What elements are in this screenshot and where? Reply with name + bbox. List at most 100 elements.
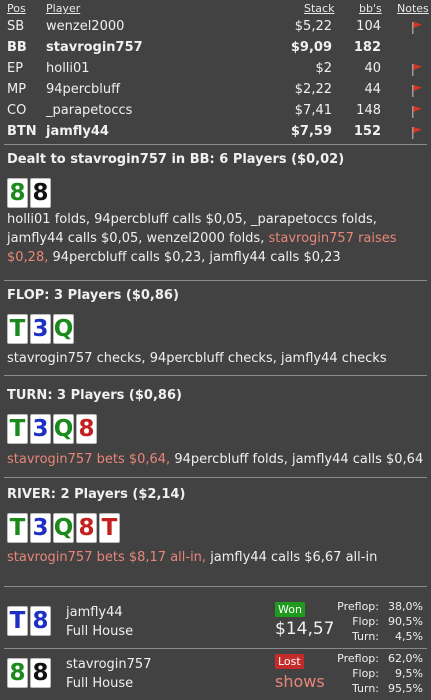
- divider: [4, 648, 427, 649]
- playing-card: 8: [30, 178, 51, 208]
- won-badge: Won: [275, 602, 305, 617]
- bb-count: 40: [364, 61, 381, 76]
- bb-count: 44: [364, 82, 381, 97]
- divider: [4, 586, 427, 587]
- note-flag-icon[interactable]: [410, 84, 424, 98]
- flop-board-cards: T3Q: [7, 314, 74, 344]
- playing-card: T: [99, 513, 120, 543]
- header-player[interactable]: Player: [46, 2, 80, 15]
- preflop-action-text-2: 94percbluff calls $0,23, jamfly44 calls …: [48, 250, 341, 265]
- stat-label-preflop: Preflop:: [337, 600, 379, 613]
- won-amount: $14,57: [275, 619, 335, 639]
- playing-card: 3: [30, 314, 51, 344]
- hero-river-action: stavrogin757 bets $8,17 all-in,: [7, 550, 207, 565]
- player-name[interactable]: holli01: [46, 61, 90, 76]
- divider: [4, 477, 427, 478]
- playing-card: Q: [53, 314, 74, 344]
- stack-amount: $9,09: [290, 40, 332, 55]
- playing-card: Q: [53, 414, 74, 444]
- stack-amount: $7,59: [290, 124, 332, 139]
- playing-card: 3: [30, 414, 51, 444]
- lost-badge: Lost: [275, 654, 304, 669]
- flop-actions: stavrogin757 checks, 94percbluff checks,…: [7, 351, 387, 366]
- player-row[interactable]: MP 94percbluff $2,22 44: [0, 80, 431, 101]
- stat-value-turn: 95,5%: [388, 682, 423, 695]
- playing-card: T: [7, 414, 28, 444]
- playing-card: 8: [76, 414, 97, 444]
- playing-card: T: [7, 513, 28, 543]
- player-name[interactable]: jamfly44: [46, 124, 109, 139]
- header-bbs[interactable]: bb's: [359, 2, 382, 15]
- position-label: CO: [7, 103, 27, 118]
- divider: [4, 375, 427, 376]
- player-name[interactable]: _parapetoccs: [46, 103, 132, 118]
- playing-card: T: [7, 606, 28, 636]
- stat-label-flop: Flop:: [352, 667, 379, 680]
- playing-card: 8: [30, 658, 51, 688]
- player-name[interactable]: 94percbluff: [46, 82, 120, 97]
- stat-label-turn: Turn:: [351, 630, 379, 643]
- stat-label-preflop: Preflop:: [337, 652, 379, 665]
- player-name[interactable]: wenzel2000: [46, 19, 124, 34]
- note-flag-icon[interactable]: [410, 105, 424, 119]
- turn-board-cards: T3Q8: [7, 414, 97, 444]
- river-board-cards: T3Q8T: [7, 513, 120, 543]
- winner-hand: Full House: [66, 624, 134, 639]
- bb-count: 182: [353, 40, 381, 55]
- stat-value-preflop: 38,0%: [388, 600, 423, 613]
- stat-value-preflop: 62,0%: [388, 652, 423, 665]
- winner-hole-cards: T8: [7, 606, 51, 636]
- players-table-header: Pos Player Stack bb's Notes: [0, 2, 431, 16]
- stack-amount: $5,22: [294, 19, 332, 34]
- playing-card: T: [7, 314, 28, 344]
- player-row[interactable]: SB wenzel2000 $5,22 104: [0, 17, 431, 38]
- hero-hole-cards: 88: [7, 178, 51, 208]
- position-label: SB: [7, 19, 25, 34]
- playing-card: 8: [7, 658, 28, 688]
- position-label: EP: [7, 61, 24, 76]
- river-action-text: jamfly44 calls $6,67 all-in: [206, 550, 378, 565]
- preflop-actions: holli01 folds, 94percbluff calls $0,05, …: [7, 210, 427, 267]
- stat-value-flop: 90,5%: [388, 615, 423, 628]
- player-row[interactable]: BTN jamfly44 $7,59 152: [0, 122, 431, 143]
- note-flag-icon[interactable]: [410, 21, 424, 35]
- player-name[interactable]: stavrogin757: [46, 40, 143, 55]
- note-flag-icon[interactable]: [410, 63, 424, 77]
- position-label: BB: [7, 40, 27, 55]
- position-label: BTN: [7, 124, 37, 139]
- header-stack[interactable]: Stack: [304, 2, 334, 15]
- player-row[interactable]: EP holli01 $2 40: [0, 59, 431, 80]
- bb-count: 148: [356, 103, 381, 118]
- header-notes[interactable]: Notes: [397, 2, 429, 15]
- playing-card: 3: [30, 513, 51, 543]
- player-row[interactable]: BB stavrogin757 $9,09 182: [0, 38, 431, 59]
- stat-label-turn: Turn:: [351, 682, 379, 695]
- bb-count: 152: [353, 124, 381, 139]
- playing-card: 8: [7, 178, 28, 208]
- stat-value-turn: 4,5%: [395, 630, 423, 643]
- winner-name: jamfly44: [66, 605, 123, 620]
- stat-value-flop: 9,5%: [395, 667, 423, 680]
- turn-action-text: 94percbluff folds, jamfly44 calls $0,64: [170, 452, 424, 467]
- header-pos[interactable]: Pos: [7, 2, 26, 15]
- loser-hand: Full House: [66, 676, 134, 691]
- playing-card: 8: [76, 513, 97, 543]
- turn-actions: stavrogin757 bets $0,64, 94percbluff fol…: [7, 450, 427, 469]
- playing-card: 8: [30, 606, 51, 636]
- stat-label-flop: Flop:: [352, 615, 379, 628]
- divider: [4, 280, 427, 281]
- hero-turn-action: stavrogin757 bets $0,64,: [7, 452, 171, 467]
- note-flag-icon[interactable]: [410, 126, 424, 140]
- stack-amount: $2,22: [294, 82, 332, 97]
- bb-count: 104: [356, 19, 381, 34]
- river-actions: stavrogin757 bets $8,17 all-in, jamfly44…: [7, 548, 427, 567]
- stack-amount: $2: [315, 61, 332, 76]
- player-row[interactable]: CO _parapetoccs $7,41 148: [0, 101, 431, 122]
- river-title: RIVER: 2 Players ($2,14): [7, 487, 186, 502]
- turn-title: TURN: 3 Players ($0,86): [7, 388, 182, 403]
- preflop-title: Dealt to stavrogin757 in BB: 6 Players (…: [7, 152, 345, 167]
- loser-name: stavrogin757: [66, 657, 152, 672]
- flop-title: FLOP: 3 Players ($0,86): [7, 288, 179, 303]
- shows-label: shows: [275, 672, 325, 691]
- playing-card: Q: [53, 513, 74, 543]
